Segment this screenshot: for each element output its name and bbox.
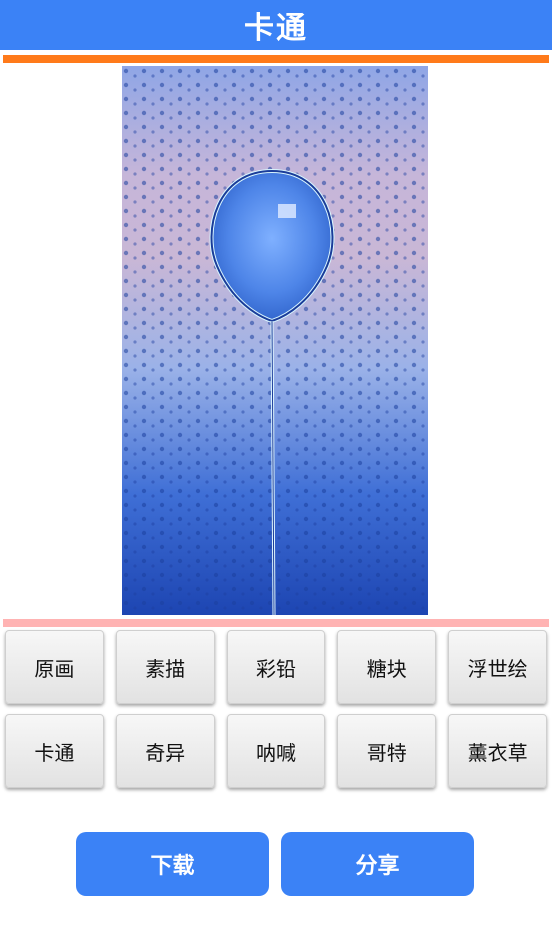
download-button[interactable]: 下载 (76, 832, 269, 896)
action-bar: 下载 分享 (76, 832, 476, 896)
share-button[interactable]: 分享 (281, 832, 474, 896)
filter-cartoon-button[interactable]: 卡通 (5, 714, 104, 788)
accent-divider-bottom (3, 619, 549, 627)
filter-strange-button[interactable]: 奇异 (115, 714, 215, 788)
filter-ukiyoe-button[interactable]: 浮世绘 (448, 630, 547, 704)
filter-candy-button[interactable]: 糖块 (337, 630, 437, 704)
filter-original-button[interactable]: 原画 (5, 630, 104, 704)
filter-lavender-button[interactable]: 薰衣草 (448, 714, 547, 788)
balloon-illustration (122, 66, 428, 615)
filter-gothic-button[interactable]: 哥特 (337, 714, 437, 788)
page-title: 卡通 (0, 0, 552, 50)
filter-row-2: 卡通 奇异 呐喊 哥特 薰衣草 (5, 714, 547, 788)
accent-divider-top (3, 55, 549, 63)
filtered-image-preview (122, 66, 428, 615)
filter-sketch-button[interactable]: 素描 (115, 630, 215, 704)
filter-row-1: 原画 素描 彩铅 糖块 浮世绘 (5, 630, 547, 704)
filter-grid: 原画 素描 彩铅 糖块 浮世绘 卡通 奇异 呐喊 哥特 薰衣草 (5, 630, 547, 798)
filter-colored-pencil-button[interactable]: 彩铅 (226, 630, 326, 704)
filter-scream-button[interactable]: 呐喊 (226, 714, 326, 788)
